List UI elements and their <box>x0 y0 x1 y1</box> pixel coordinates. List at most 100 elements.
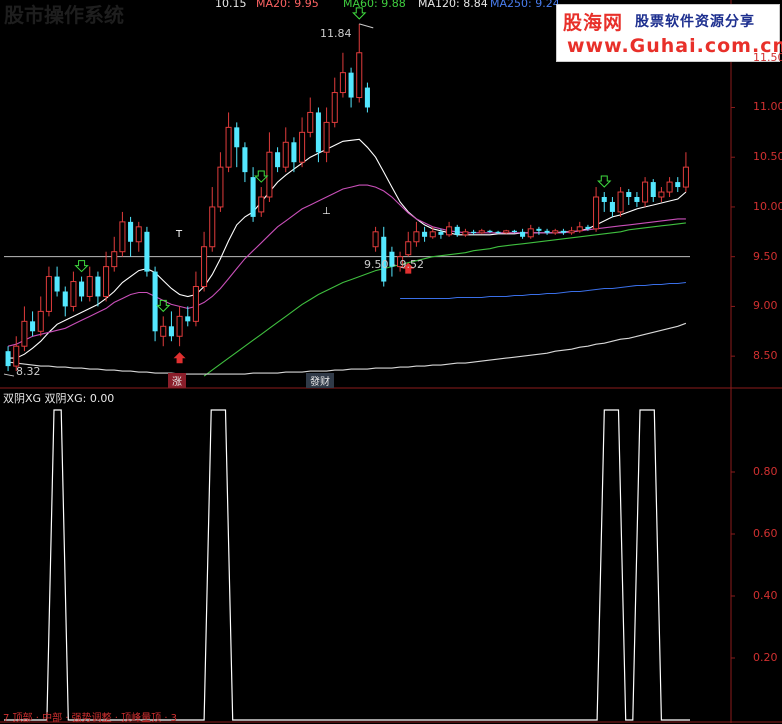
candle-up <box>45 276 52 312</box>
zhang-tag: 涨 <box>168 373 186 388</box>
candle-up <box>462 231 469 236</box>
range-label: 9.50 - 9.52 <box>364 258 424 271</box>
y-tick-label: 9.50 <box>753 249 778 263</box>
candle-up <box>70 281 77 307</box>
t-mark-2: ⊥ <box>322 206 331 217</box>
candle-down <box>364 87 370 108</box>
candle-down <box>650 182 656 197</box>
candle-up <box>413 231 420 243</box>
ma-line-ma60 <box>7 184 686 347</box>
candle-down <box>54 276 60 292</box>
logo-name: 股海网 <box>563 12 624 34</box>
ma-line-ma120 <box>203 222 686 377</box>
candle-up <box>119 221 126 253</box>
candle-up <box>282 141 289 168</box>
high-pointer <box>359 23 374 29</box>
y-tick-label: 9.00 <box>753 299 778 313</box>
indicator-title: 双阴XG 双阴XG: 0.00 <box>3 392 115 405</box>
candle-down <box>62 291 68 307</box>
candle-up <box>552 230 559 234</box>
candle-down <box>626 192 632 197</box>
candle-down <box>168 326 174 337</box>
y-tick-label: 11.00 <box>753 100 782 114</box>
site-logo: 股海网 股票软件资源分享 www.Guhai.com.cn <box>556 4 782 62</box>
buy-down-arrow <box>254 170 269 183</box>
candle-up <box>37 310 44 332</box>
candle-up <box>176 315 183 337</box>
candle-up <box>658 191 665 198</box>
candle-down <box>511 230 517 233</box>
background-watermark: 股市操作系统 <box>4 3 124 27</box>
y-tick-label: 8.50 <box>753 349 778 363</box>
candle-down <box>495 231 501 234</box>
candle-up <box>258 196 265 213</box>
stock-chart[interactable] <box>0 0 782 723</box>
candle-down <box>471 231 477 234</box>
ma-line-long <box>8 322 687 375</box>
high-price-label: 11.84 <box>320 27 352 40</box>
candle-down <box>544 230 550 233</box>
candle-up <box>446 226 453 236</box>
moving-averages <box>7 138 687 377</box>
grid <box>0 0 782 723</box>
candle-down <box>585 226 591 229</box>
header-ma20: MA20: 9.95 <box>256 0 319 10</box>
candle-up <box>323 121 330 153</box>
candle-up <box>503 230 510 234</box>
buy-down-arrow <box>597 175 612 188</box>
candle-down <box>560 230 566 233</box>
candle-down <box>315 112 321 153</box>
candle-up <box>21 320 28 347</box>
candle-up <box>666 181 673 193</box>
header-ma60: MA60: 9.88 <box>343 0 406 10</box>
candle-down <box>675 182 681 188</box>
y-tick-label: 11.50 <box>753 50 782 64</box>
candle-up <box>405 241 412 256</box>
candle-down <box>250 177 256 217</box>
candle-up <box>217 166 224 208</box>
candle-down <box>609 201 615 212</box>
indicator-panel <box>4 409 690 721</box>
candle-down <box>152 271 158 332</box>
candle-down <box>5 351 11 367</box>
candle-down <box>634 197 640 202</box>
candle-up <box>331 92 338 123</box>
indicator-footer: 7 顶部 · 中部 · 强势调整 · 顶峰量顶 · 3 <box>3 713 178 724</box>
candle-up <box>266 151 273 198</box>
candle-down <box>348 72 354 98</box>
candle-up <box>86 276 93 297</box>
candle-up <box>209 206 216 248</box>
candle-down <box>95 276 101 297</box>
candle-down <box>30 321 36 332</box>
candle-up <box>356 52 363 99</box>
candlesticks <box>5 23 689 372</box>
candle-up <box>617 191 624 213</box>
ma-line-ma250 <box>400 281 686 300</box>
candle-down <box>291 142 297 163</box>
candle-down <box>536 228 542 231</box>
sub-y-tick-label: 0.60 <box>753 527 778 540</box>
low-pointer <box>3 373 15 377</box>
candle-down <box>234 127 240 148</box>
candle-up <box>135 226 142 243</box>
header-ma120: MA120: 8.84 <box>418 0 488 10</box>
candle-down <box>520 231 526 237</box>
candle-up <box>478 230 485 234</box>
candle-up <box>299 131 306 163</box>
candle-up <box>111 251 118 268</box>
logo-url: www.Guhai.com.cn <box>567 35 782 57</box>
facai-tag: 發财 <box>306 373 334 388</box>
candle-down <box>242 147 248 173</box>
candle-up <box>576 226 583 232</box>
buy-down-arrow <box>74 260 89 273</box>
sub-y-tick-label: 0.40 <box>753 589 778 602</box>
candle-down <box>79 281 85 297</box>
candle-down <box>454 226 460 235</box>
candle-down <box>144 231 150 272</box>
candle-up <box>527 228 534 238</box>
candle-down <box>438 231 444 235</box>
candle-up <box>372 231 379 248</box>
sub-y-tick-label: 0.20 <box>753 651 778 664</box>
candle-up <box>160 325 167 337</box>
candle-down <box>128 221 134 242</box>
